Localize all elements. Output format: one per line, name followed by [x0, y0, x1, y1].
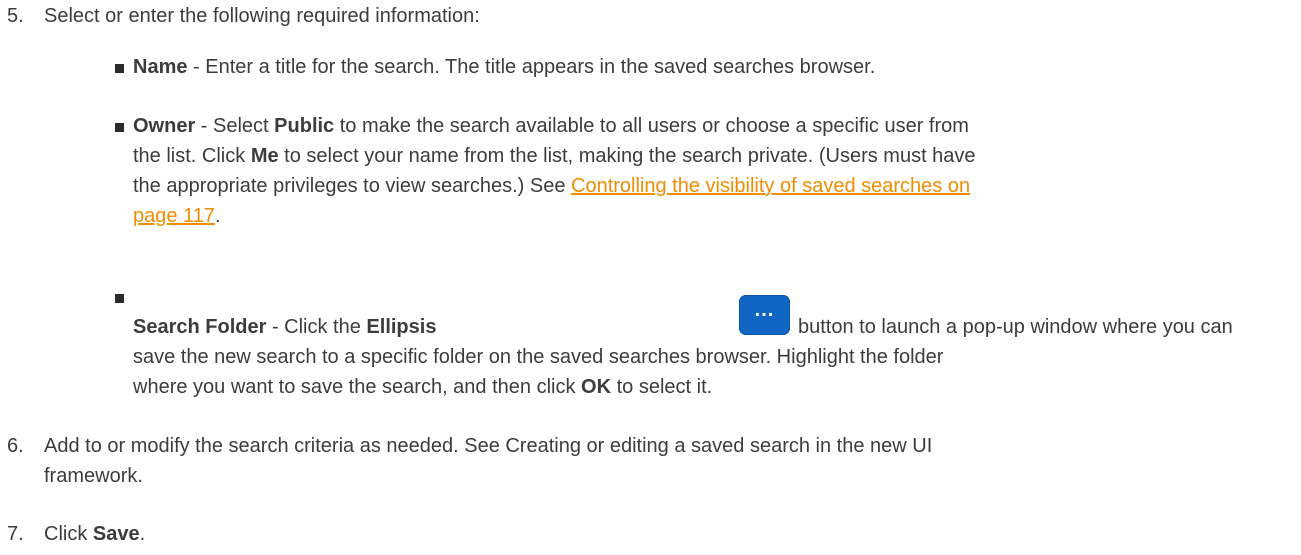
folder-text: button to launch a pop-up window where y… [798, 316, 1233, 338]
bullet-line: the list. Click Me to select your name f… [133, 145, 976, 168]
step-number: 7. [7, 523, 24, 545]
owner-text: - Select [195, 115, 275, 137]
term-me: Me [250, 145, 279, 167]
folder-text: - Click the [266, 316, 367, 338]
bullet-marker [115, 64, 124, 73]
owner-text: to make the search available to all user… [334, 115, 969, 137]
owner-text: the appropriate privileges to view searc… [133, 175, 572, 197]
term-save: Save [92, 523, 140, 545]
step-number: 5. [7, 5, 24, 27]
term-owner: Owner [133, 115, 196, 137]
term-name: Name [133, 56, 188, 78]
bullet-line: where you want to save the search, and t… [133, 376, 712, 399]
term-ok: OK [581, 376, 612, 398]
ellipsis-icon: ... [754, 299, 775, 321]
bullet-line: save the new search to a specific folder… [133, 346, 943, 369]
ellipsis-button[interactable]: ... [739, 295, 790, 335]
bullet-line: the appropriate privileges to view searc… [133, 175, 970, 198]
owner-text: the list. Click [133, 145, 251, 167]
folder-text: where you want to save the search, and t… [133, 376, 582, 398]
bullet-marker [115, 123, 124, 132]
bullet-line: button to launch a pop-up window where y… [798, 316, 1233, 339]
bullet-line: Owner - Select Public to make the search… [133, 115, 969, 138]
term-search-folder: Search Folder [133, 316, 267, 338]
owner-text: to select your name from the list, makin… [278, 145, 976, 167]
folder-text: save the new search to a specific folder… [133, 346, 944, 368]
folder-text: to select it. [611, 376, 713, 398]
owner-period: . [214, 205, 221, 227]
visibility-link[interactable]: Controlling the visibility of saved sear… [571, 175, 970, 197]
term-public: Public [274, 115, 335, 137]
step-7-period: . [139, 523, 146, 545]
step-text: framework. [44, 465, 143, 487]
bullet-line: page 117. [133, 205, 221, 228]
name-description: - Enter a title for the search. The titl… [187, 56, 876, 78]
step-text: Click Save. [44, 523, 145, 546]
step-7-text: Click [44, 523, 93, 545]
bullet-line: Name - Enter a title for the search. The… [133, 56, 875, 79]
bullet-marker [115, 294, 124, 303]
term-ellipsis: Ellipsis [366, 316, 437, 338]
step-text: Add to or modify the search criteria as … [44, 435, 933, 457]
step-number: 6. [7, 435, 24, 457]
bullet-line: Search Folder - Click the Ellipsis [133, 316, 436, 339]
step-text: Select or enter the following required i… [44, 5, 480, 27]
visibility-link-page[interactable]: page 117 [133, 205, 215, 227]
